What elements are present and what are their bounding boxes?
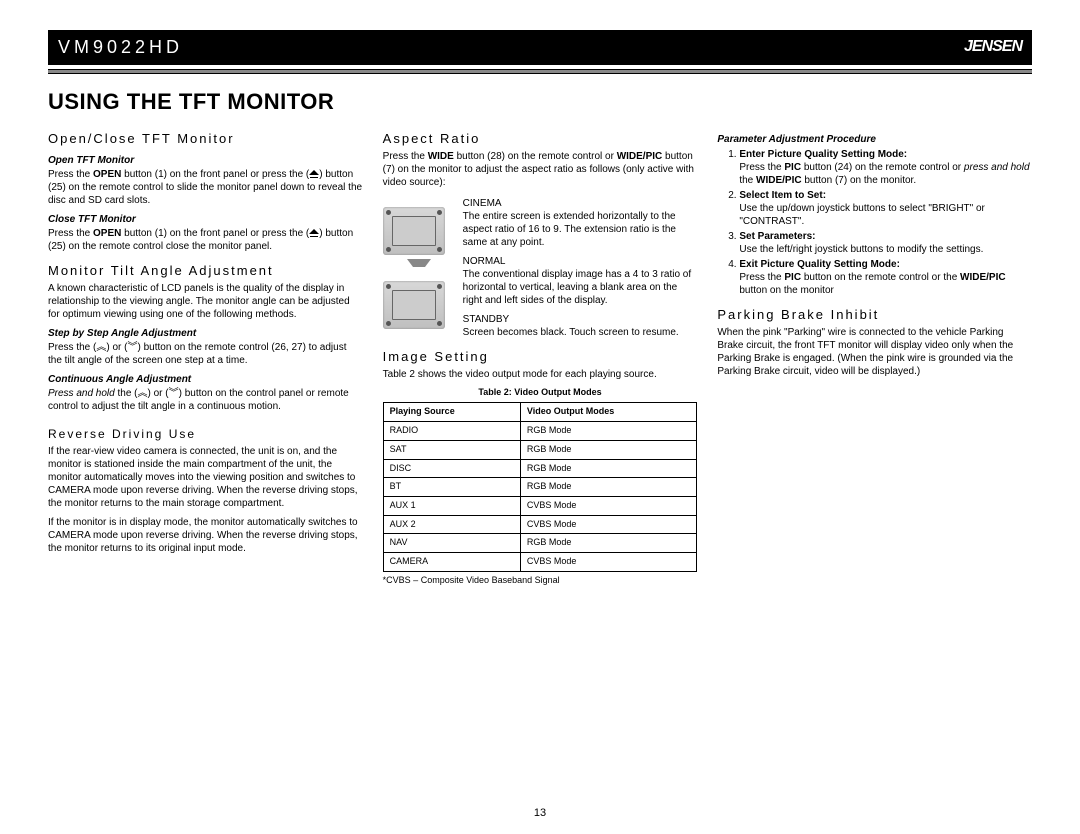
table-row: BTRGB Mode [383, 478, 697, 497]
table-row: SATRGB Mode [383, 440, 697, 459]
text-image: Table 2 shows the video output mode for … [383, 368, 698, 381]
table-row: DISCRGB Mode [383, 459, 697, 478]
table-caption: Table 2: Video Output Modes [383, 387, 698, 399]
normal-text: The conventional display image has a 4 t… [463, 268, 698, 307]
text-tilt: A known characteristic of LCD panels is … [48, 282, 363, 321]
arrow-down-icon [407, 259, 431, 277]
page-title: USING THE TFT MONITOR [48, 88, 1032, 117]
table-row: NAVRGB Mode [383, 534, 697, 553]
th-source: Playing Source [383, 403, 520, 422]
text-aspect: Press the WIDE button (28) on the remote… [383, 150, 698, 189]
th-mode: Video Output Modes [520, 403, 696, 422]
sub-open: Open TFT Monitor [48, 154, 363, 167]
text-reverse-1: If the rear-view video camera is connect… [48, 445, 363, 510]
text-close: Press the OPEN button (1) on the front p… [48, 227, 363, 253]
normal-label: NORMAL [463, 255, 698, 268]
list-item: Set Parameters:Use the left/right joysti… [739, 230, 1032, 256]
cinema-text: The entire screen is extended horizontal… [463, 210, 698, 249]
sub-step: Step by Step Angle Adjustment [48, 327, 363, 340]
text-step: Press the (︽) or (︾) button on the remot… [48, 341, 363, 367]
brand-logo: JENSEN [964, 37, 1022, 58]
up-chevron-icon: ︽ [96, 341, 106, 354]
list-item: Exit Picture Quality Setting Mode:Press … [739, 258, 1032, 297]
sub-continuous: Continuous Angle Adjustment [48, 373, 363, 386]
normal-icon [383, 281, 445, 329]
section-reverse: Reverse Driving Use [48, 427, 363, 443]
section-open-close: Open/Close TFT Monitor [48, 131, 363, 148]
text-open: Press the OPEN button (1) on the front p… [48, 168, 363, 207]
cinema-label: CINEMA [463, 197, 698, 210]
section-tilt: Monitor Tilt Angle Adjustment [48, 263, 363, 280]
eject-icon [309, 170, 319, 178]
divider [48, 69, 1032, 74]
video-output-table: Playing Source Video Output Modes RADIOR… [383, 402, 698, 571]
section-parking: Parking Brake Inhibit [717, 307, 1032, 324]
title-bar: VM9022HD JENSEN [48, 30, 1032, 65]
column-3: Parameter Adjustment Procedure Enter Pic… [717, 121, 1032, 586]
table-row: AUX 1CVBS Mode [383, 496, 697, 515]
cinema-icon [383, 207, 445, 255]
text-continuous: Press and hold the (︽) or (︾) button on … [48, 387, 363, 413]
table-row: RADIORGB Mode [383, 422, 697, 441]
eject-icon [309, 229, 319, 237]
aspect-cinema-row: CINEMA The entire screen is extended hor… [383, 197, 698, 339]
section-image: Image Setting [383, 349, 698, 366]
sub-param: Parameter Adjustment Procedure [717, 133, 1032, 146]
column-2: Aspect Ratio Press the WIDE button (28) … [383, 121, 698, 586]
column-1: Open/Close TFT Monitor Open TFT Monitor … [48, 121, 363, 586]
section-aspect: Aspect Ratio [383, 131, 698, 148]
up-chevron-icon: ︽ [138, 387, 148, 400]
down-chevron-icon: ︾ [127, 341, 137, 354]
text-parking: When the pink "Parking" wire is connecte… [717, 326, 1032, 378]
text-reverse-2: If the monitor is in display mode, the m… [48, 516, 363, 555]
table-row: CAMERACVBS Mode [383, 552, 697, 571]
page-number: 13 [0, 806, 1080, 820]
list-item: Enter Picture Quality Setting Mode:Press… [739, 148, 1032, 187]
table-row: AUX 2CVBS Mode [383, 515, 697, 534]
standby-text: Screen becomes black. Touch screen to re… [463, 326, 698, 339]
down-chevron-icon: ︾ [169, 387, 179, 400]
param-list: Enter Picture Quality Setting Mode:Press… [717, 148, 1032, 297]
sub-close: Close TFT Monitor [48, 213, 363, 226]
table-footnote: *CVBS – Composite Video Baseband Signal [383, 575, 698, 587]
model-label: VM9022HD [58, 36, 183, 59]
standby-label: STANDBY [463, 313, 698, 326]
list-item: Select Item to Set:Use the up/down joyst… [739, 189, 1032, 228]
